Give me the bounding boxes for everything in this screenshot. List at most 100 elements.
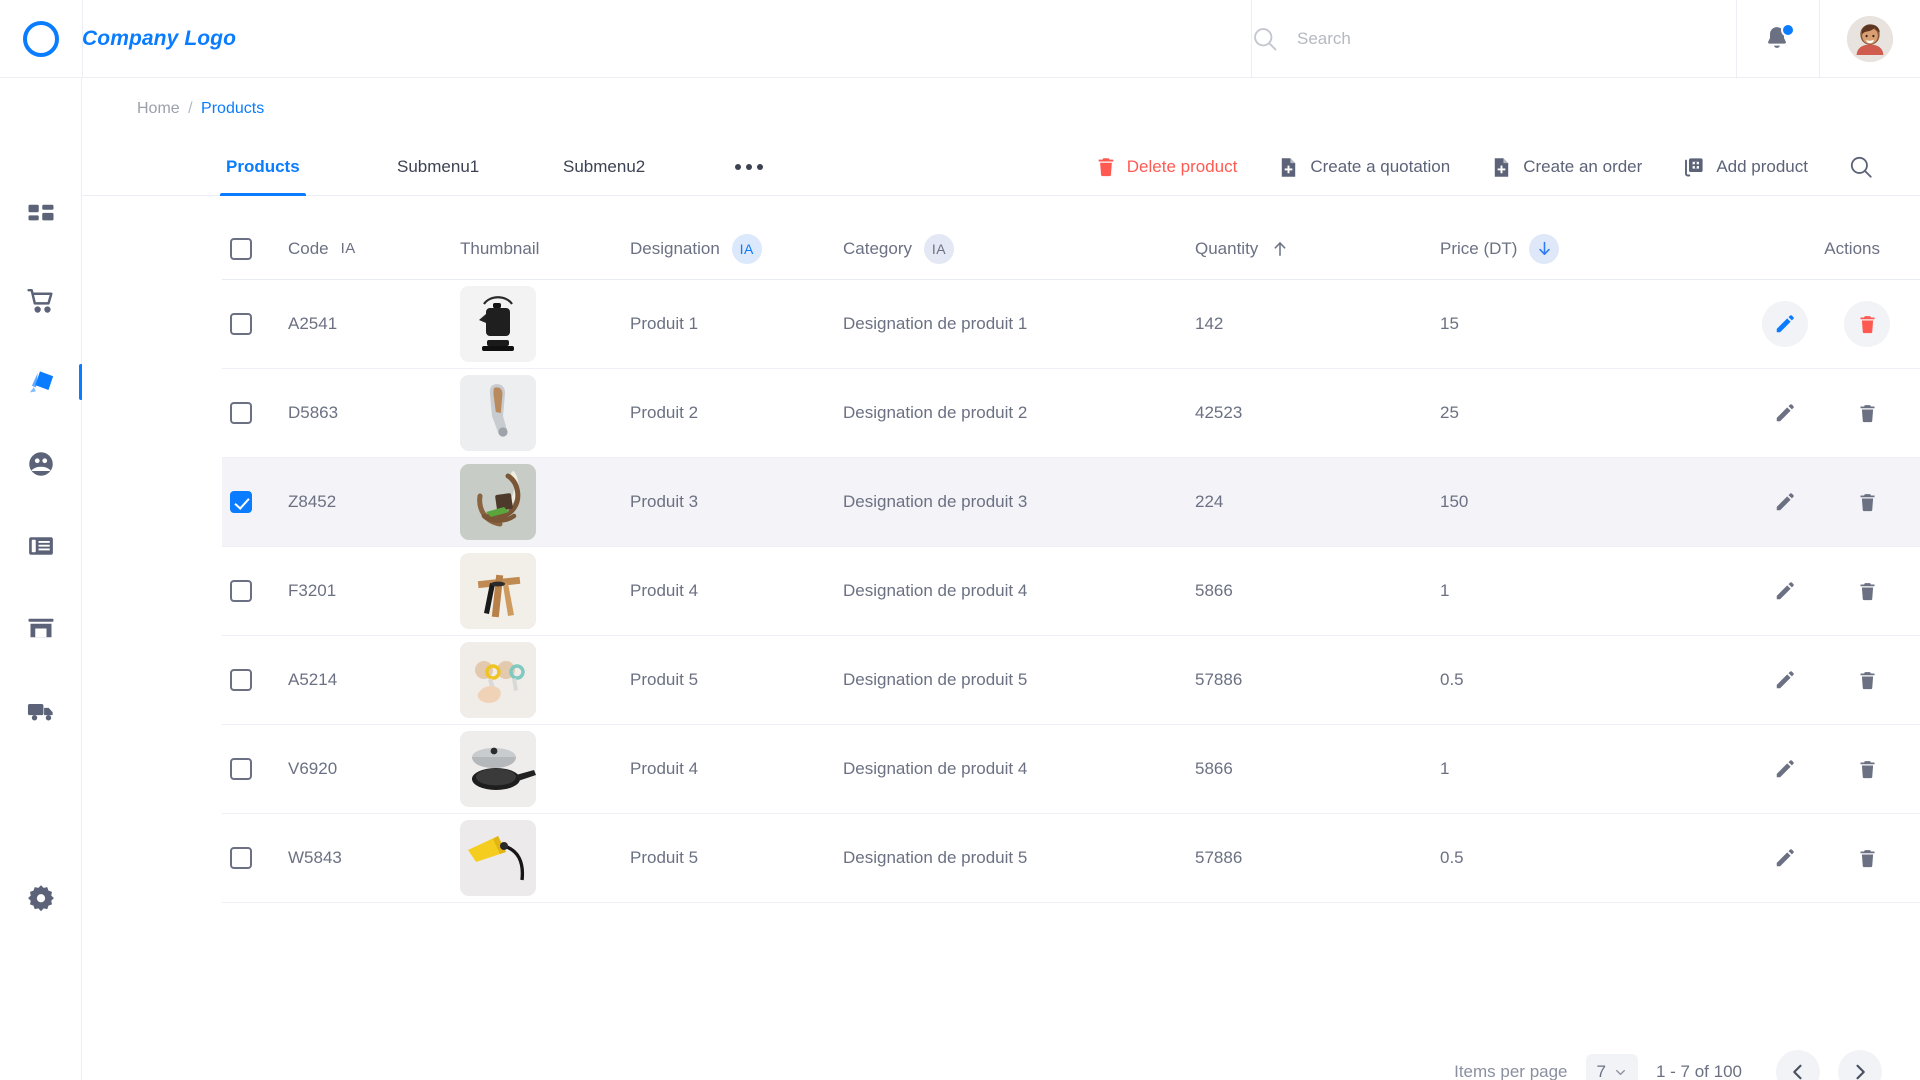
column-header-category[interactable]: Category IA [843,233,1195,264]
tab-products[interactable]: Products [220,138,306,196]
sidebar-item-catalog[interactable] [0,516,82,576]
row-select-cell[interactable] [222,491,288,513]
sort-asc-icon-quantity[interactable] [1270,239,1290,259]
ia-badge-designation[interactable]: IA [731,233,762,264]
column-header-price[interactable]: Price (DT) [1440,233,1730,264]
select-all-cell[interactable] [222,237,288,260]
pencil-icon [1776,315,1794,333]
sidebar-item-stores[interactable] [0,598,82,658]
column-label-code: Code [288,238,329,258]
row-select-cell[interactable] [222,758,288,780]
add-product-button[interactable]: Add product [1662,155,1828,179]
avatar [1846,16,1893,62]
cell-quantity: 42523 [1195,403,1243,422]
notifications-button[interactable] [1736,0,1818,78]
page-actions: Delete product Create a quotation Create… [1075,138,1882,196]
row-checkbox[interactable] [230,402,252,424]
avatar-button[interactable] [1819,0,1920,78]
edit-row-button[interactable] [1762,390,1808,436]
delete-product-button[interactable]: Delete product [1075,156,1258,178]
trash-icon [1860,671,1874,689]
row-checkbox[interactable] [230,491,252,513]
ia-badge-code[interactable]: IA [341,240,356,257]
pencil-icon [1776,849,1794,867]
store-icon [28,618,54,638]
file-plus-icon [1495,157,1509,177]
black-kettle-thumbnail [460,286,536,362]
sort-desc-icon-price[interactable] [1529,233,1560,264]
table-row[interactable]: F3201 Produit 4 Designation de produit 4… [222,547,1920,636]
row-checkbox[interactable] [230,313,252,335]
table-row[interactable]: A2541 Produit 1 Designation de produit 1… [222,280,1920,369]
sidebar-item-delivery[interactable] [0,680,82,740]
sidebar-item-settings[interactable] [0,868,82,928]
items-per-page-select[interactable]: 7 [1585,1054,1638,1080]
cell-code: A2541 [288,314,338,333]
pagination-prev-button[interactable] [1776,1050,1820,1080]
search-input[interactable] [1297,29,1697,49]
row-select-cell[interactable] [222,580,288,602]
row-select-cell[interactable] [222,669,288,691]
edit-row-button[interactable] [1762,568,1808,614]
create-quotation-button[interactable]: Create a quotation [1257,156,1470,179]
pagination: Items per page 7 1 - 7 of 100 [1454,1050,1882,1080]
row-checkbox[interactable] [230,669,252,691]
sidebar-item-customers[interactable] [0,434,82,494]
cell-actions [1730,657,1920,703]
row-checkbox[interactable] [230,580,252,602]
delete-row-button[interactable] [1844,479,1890,525]
delete-row-button[interactable] [1844,390,1890,436]
delete-row-button[interactable] [1844,568,1890,614]
search-icon [1850,156,1872,178]
column-header-quantity[interactable]: Quantity [1195,239,1440,259]
cell-category: Designation de produit 5 [843,848,1028,867]
sidebar-item-dashboard[interactable] [0,186,82,246]
cell-code: W5843 [288,848,342,867]
logo-mark[interactable] [0,20,82,57]
company-logo-text[interactable]: Company Logo [82,27,236,51]
edit-row-button[interactable] [1762,835,1808,881]
create-order-button[interactable]: Create an order [1470,156,1662,179]
tab-submenu2[interactable]: Submenu2 [557,138,651,196]
ia-badge-category[interactable]: IA [923,233,954,264]
delete-row-button[interactable] [1844,835,1890,881]
row-checkbox[interactable] [230,758,252,780]
table-row[interactable]: D5863 Produit 2 Designation de produit 2… [222,369,1920,458]
edit-row-button[interactable] [1762,479,1808,525]
sidebar-item-products[interactable] [0,352,83,412]
row-checkbox[interactable] [230,847,252,869]
edit-row-button[interactable] [1762,301,1808,347]
global-search[interactable] [1251,0,1697,78]
breadcrumb-current[interactable]: Products [201,100,264,117]
breadcrumb-home[interactable]: Home [137,100,180,117]
row-select-cell[interactable] [222,402,288,424]
row-select-cell[interactable] [222,313,288,335]
tab-submenu1[interactable]: Submenu1 [391,138,485,196]
pagination-next-button[interactable] [1838,1050,1882,1080]
wooden-handle-tool-thumbnail [460,375,536,451]
table-row[interactable]: A5214 Produit 5 Designation de produit 5… [222,636,1920,725]
column-header-designation[interactable]: Designation IA [630,233,843,264]
cell-thumbnail [460,820,630,896]
table-row[interactable]: Z8452 Produit 3 Designation de produit 3… [222,458,1920,547]
table-row[interactable]: W5843 Produit 5 Designation de produit 5 [222,814,1920,903]
edit-row-button[interactable] [1762,657,1808,703]
ellipsis-icon[interactable] [735,138,763,196]
row-select-cell[interactable] [222,847,288,869]
delete-row-button[interactable] [1844,746,1890,792]
delete-row-button[interactable] [1844,301,1890,347]
cell-price: 15 [1440,314,1459,333]
column-label-thumbnail: Thumbnail [460,238,540,258]
sidebar-item-orders[interactable] [0,270,82,330]
delete-row-button[interactable] [1844,657,1890,703]
cell-thumbnail [460,375,630,451]
column-header-thumbnail[interactable]: Thumbnail [460,239,630,259]
table-row[interactable]: V6920 Produit 4 Designation de produit 4… [222,725,1920,814]
cell-category: Designation de produit 3 [843,492,1028,511]
column-header-code[interactable]: Code IA [288,239,460,259]
select-all-checkbox[interactable] [230,237,252,260]
cell-price: 1 [1440,759,1450,778]
trash-icon [1860,760,1874,778]
edit-row-button[interactable] [1762,746,1808,792]
table-search-button[interactable] [1828,154,1882,180]
